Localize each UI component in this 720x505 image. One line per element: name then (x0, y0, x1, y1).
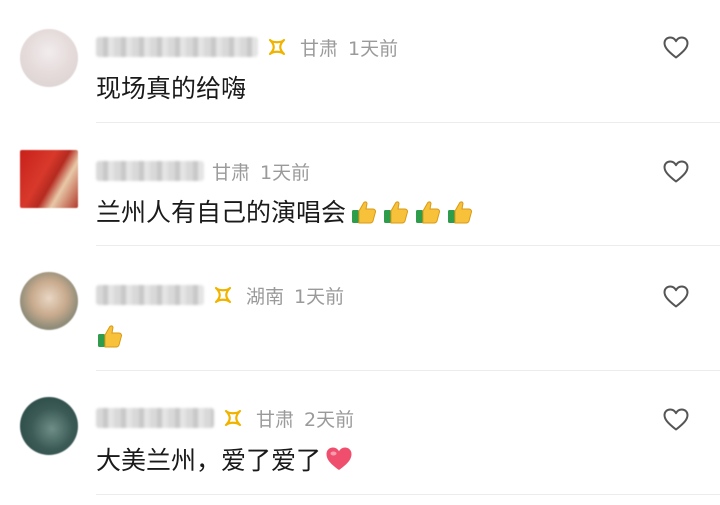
timestamp: 2天前 (304, 408, 355, 431)
divider (96, 370, 720, 371)
comment-meta: 湖南 1天前 (96, 280, 344, 310)
username-blurred[interactable] (96, 285, 204, 305)
thumbs-up-emoji-icon (448, 201, 473, 224)
comment-meta: 甘肃 2天前 (96, 403, 354, 433)
divider (96, 494, 720, 495)
comment-text: 大美兰州，爱了爱了 (96, 442, 353, 476)
thumbs-up-emoji-icon (384, 201, 409, 224)
avatar[interactable] (20, 29, 78, 87)
comment-text: 现场真的给嗨 (96, 70, 246, 104)
comment-meta: 甘肃 1天前 (96, 32, 398, 62)
thumbs-up-emoji-icon (416, 201, 441, 224)
avatar[interactable] (20, 272, 78, 330)
comment-meta: 甘肃 1天前 (96, 156, 310, 186)
red-heart-emoji-icon (326, 447, 352, 470)
divider (96, 245, 720, 246)
fan-badge-icon (214, 286, 232, 304)
like-heart-icon[interactable] (663, 160, 689, 184)
location-label: 甘肃 (300, 37, 339, 60)
username-blurred[interactable] (96, 161, 204, 181)
avatar[interactable] (20, 150, 78, 208)
like-heart-icon[interactable] (663, 36, 689, 60)
location-label: 甘肃 (256, 408, 295, 431)
comment-text: 兰州人有自己的演唱会 (96, 194, 474, 228)
avatar[interactable] (20, 397, 78, 455)
like-heart-icon[interactable] (663, 285, 689, 309)
comment-text (96, 318, 124, 352)
comment-body: 现场真的给嗨 (96, 74, 247, 103)
fan-badge-icon (268, 38, 286, 56)
location-label: 湖南 (246, 285, 285, 308)
timestamp: 1天前 (260, 161, 311, 184)
username-blurred[interactable] (96, 408, 214, 428)
comment-body: 兰州人有自己的演唱会 (96, 198, 347, 227)
timestamp: 1天前 (348, 37, 399, 60)
divider (96, 122, 720, 123)
thumbs-up-emoji-icon (352, 201, 377, 224)
thumbs-up-emoji-icon (98, 325, 123, 348)
location-label: 甘肃 (212, 161, 251, 184)
comment-body: 大美兰州，爱了爱了 (96, 446, 322, 475)
timestamp: 1天前 (294, 285, 345, 308)
like-heart-icon[interactable] (663, 408, 689, 432)
fan-badge-icon (224, 409, 242, 427)
username-blurred[interactable] (96, 37, 258, 57)
